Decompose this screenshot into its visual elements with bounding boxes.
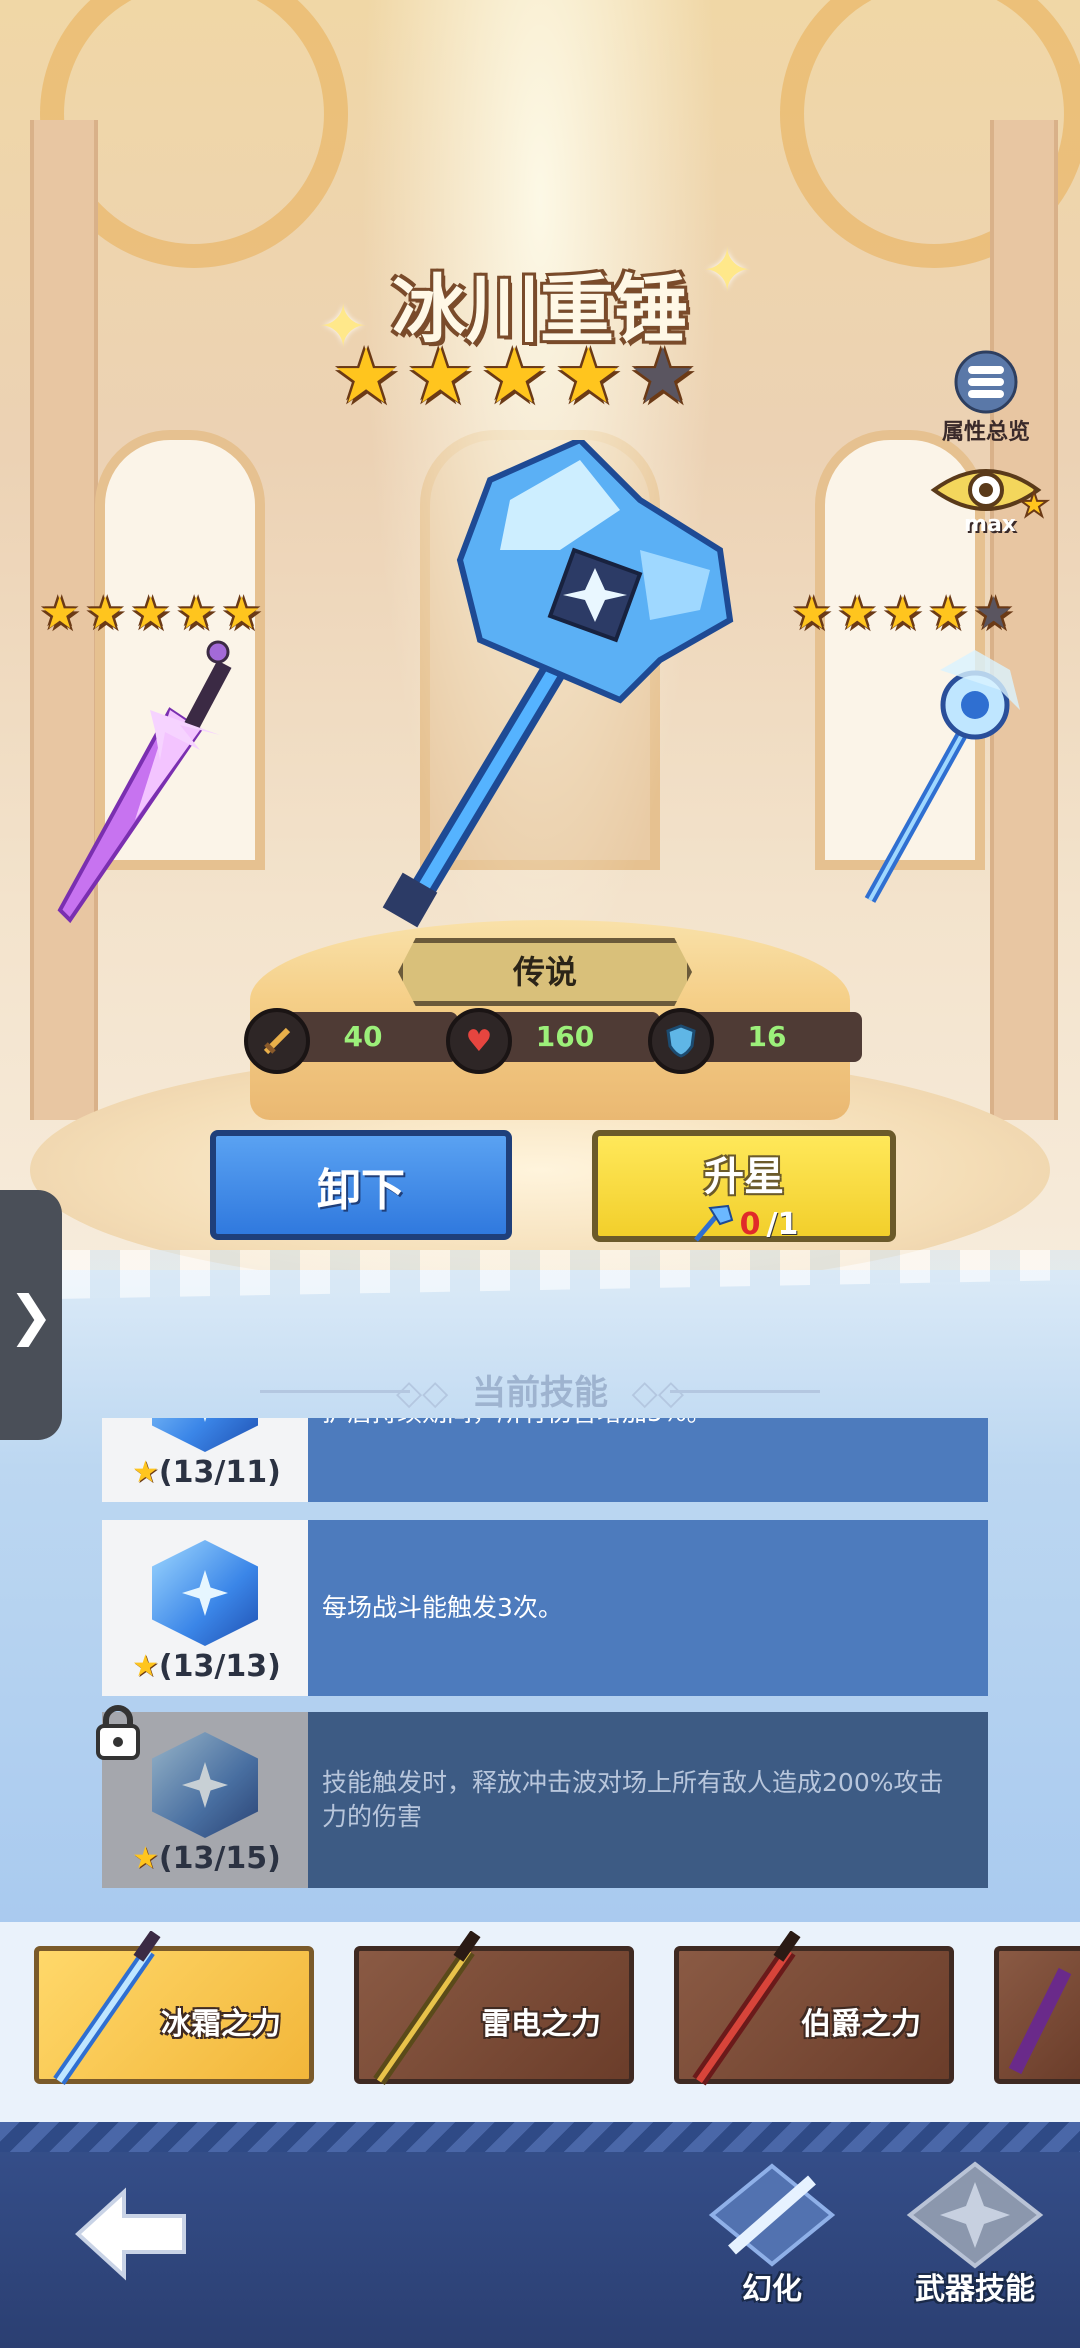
- shield-icon: [648, 1008, 714, 1074]
- svg-text:★: ★: [1019, 485, 1049, 525]
- unequip-button[interactable]: 卸下: [210, 1130, 512, 1240]
- skill-level: ★(13/15): [132, 1841, 281, 1876]
- star-up-owned: 0: [739, 1206, 761, 1242]
- skill-row-locked[interactable]: ★(13/15) 技能触发时，释放冲击波对场上所有敌人造成200%攻击力的伤害: [96, 1705, 988, 1888]
- skin-tab-partial[interactable]: [994, 1946, 1080, 2084]
- attribute-overview-button[interactable]: 属性总览: [930, 350, 1042, 446]
- star-empty-icon: ★: [628, 331, 697, 420]
- illusion-nav-button[interactable]: 幻化: [702, 2160, 842, 2310]
- earl-sword-icon: [692, 1931, 801, 2086]
- skill-gem-icon: [152, 1418, 258, 1452]
- star-up-label: 升星: [704, 1154, 784, 1200]
- bottom-bar-border: [0, 2122, 1080, 2152]
- skill-level: ★(13/13): [132, 1649, 281, 1684]
- attribute-overview-label: 属性总览: [941, 420, 1030, 445]
- skill-description: 技能触发时，释放冲击波对场上所有敌人造成200%攻击力的伤害: [308, 1712, 988, 1888]
- star-empty-icon: ★: [973, 588, 1014, 639]
- skill-icon-box: ★(13/11): [102, 1418, 308, 1502]
- skill-gem-icon: [152, 1540, 258, 1646]
- star-icon: ★: [85, 588, 125, 639]
- skin-tab-label: 伯爵之力: [801, 2007, 921, 2042]
- right-weapon-stars: ★ ★ ★ ★ ★: [792, 592, 1013, 636]
- chevron-right-icon: ❯: [8, 1283, 54, 1347]
- heart-icon: ♥: [446, 1008, 512, 1074]
- skin-tab-earl[interactable]: 伯爵之力: [674, 1931, 954, 2086]
- star-icon: ★: [792, 588, 832, 639]
- skill-level: ★(13/11): [132, 1455, 281, 1490]
- frost-sword-icon: [53, 1931, 161, 2085]
- list-icon: [954, 350, 1018, 414]
- skill-list[interactable]: ★(13/11) 护盾持续期间，所有伤害增加5%。 ★(13/13) 每场战斗能…: [0, 1418, 1080, 1888]
- star-up-cost: 0 /1: [598, 1204, 890, 1244]
- star-icon: ★: [40, 588, 80, 639]
- skin-tab-frost[interactable]: 冰霜之力: [34, 1931, 314, 2085]
- star-icon: ★: [176, 588, 216, 639]
- skin-tab-label: 冰霜之力: [161, 2007, 281, 2042]
- star-icon: ★: [554, 331, 623, 420]
- sword-icon: [244, 1008, 310, 1074]
- main-weapon-hammer[interactable]: [380, 440, 750, 930]
- star-up-button[interactable]: 升星 0 /1: [592, 1130, 896, 1242]
- star-up-needed: /1: [766, 1206, 799, 1242]
- left-weapon-sword[interactable]: [50, 640, 240, 930]
- max-preview-button[interactable]: ★ max: [930, 458, 1050, 537]
- weapon-skill-icon: [906, 2161, 1044, 2269]
- illusion-label: 幻化: [742, 2272, 802, 2307]
- skill-row[interactable]: ★(13/13) 每场战斗能触发3次。: [102, 1520, 988, 1696]
- purple-sword-icon: [1008, 1967, 1072, 2075]
- star-icon: ★: [928, 588, 968, 639]
- illusion-sword-icon: [708, 2163, 836, 2267]
- skill-description: 护盾持续期间，所有伤害增加5%。: [308, 1418, 988, 1502]
- rarity-badge: 传说: [398, 938, 692, 1006]
- hammer-material-icon: [693, 1204, 733, 1242]
- skill-description: 每场战斗能触发3次。: [308, 1520, 988, 1696]
- section-title: ◇◇ 当前技能 ◇◇: [396, 1373, 684, 1413]
- skin-tab-thunder[interactable]: 雷电之力: [354, 1931, 634, 2085]
- star-icon: ★: [406, 331, 475, 420]
- star-icon: ★: [837, 588, 877, 639]
- star-icon: ★: [130, 588, 171, 639]
- right-weapon-staff[interactable]: [850, 650, 1030, 910]
- skin-tab-label: 雷电之力: [481, 2007, 601, 2042]
- star-icon: ★: [332, 331, 401, 420]
- weapon-stars: ★ ★ ★ ★ ★: [332, 338, 697, 414]
- weapon-skill-label: 武器技能: [915, 2272, 1035, 2307]
- skill-row[interactable]: ★(13/11) 护盾持续期间，所有伤害增加5%。: [102, 1418, 988, 1502]
- current-skills-title: 当前技能: [472, 1373, 608, 1413]
- star-icon: ★: [480, 331, 549, 420]
- lock-icon: [96, 1705, 140, 1760]
- skill-gem-icon: [152, 1732, 258, 1838]
- thunder-sword-icon: [373, 1931, 481, 2085]
- back-arrow-icon[interactable]: [72, 2184, 192, 2284]
- star-icon: ★: [882, 588, 923, 639]
- skill-icon-box: ★(13/13): [102, 1520, 308, 1696]
- weapon-skill-nav-button[interactable]: 武器技能: [900, 2160, 1050, 2310]
- left-weapon-stars: ★ ★ ★ ★ ★: [40, 592, 261, 636]
- star-icon: ★: [221, 588, 262, 639]
